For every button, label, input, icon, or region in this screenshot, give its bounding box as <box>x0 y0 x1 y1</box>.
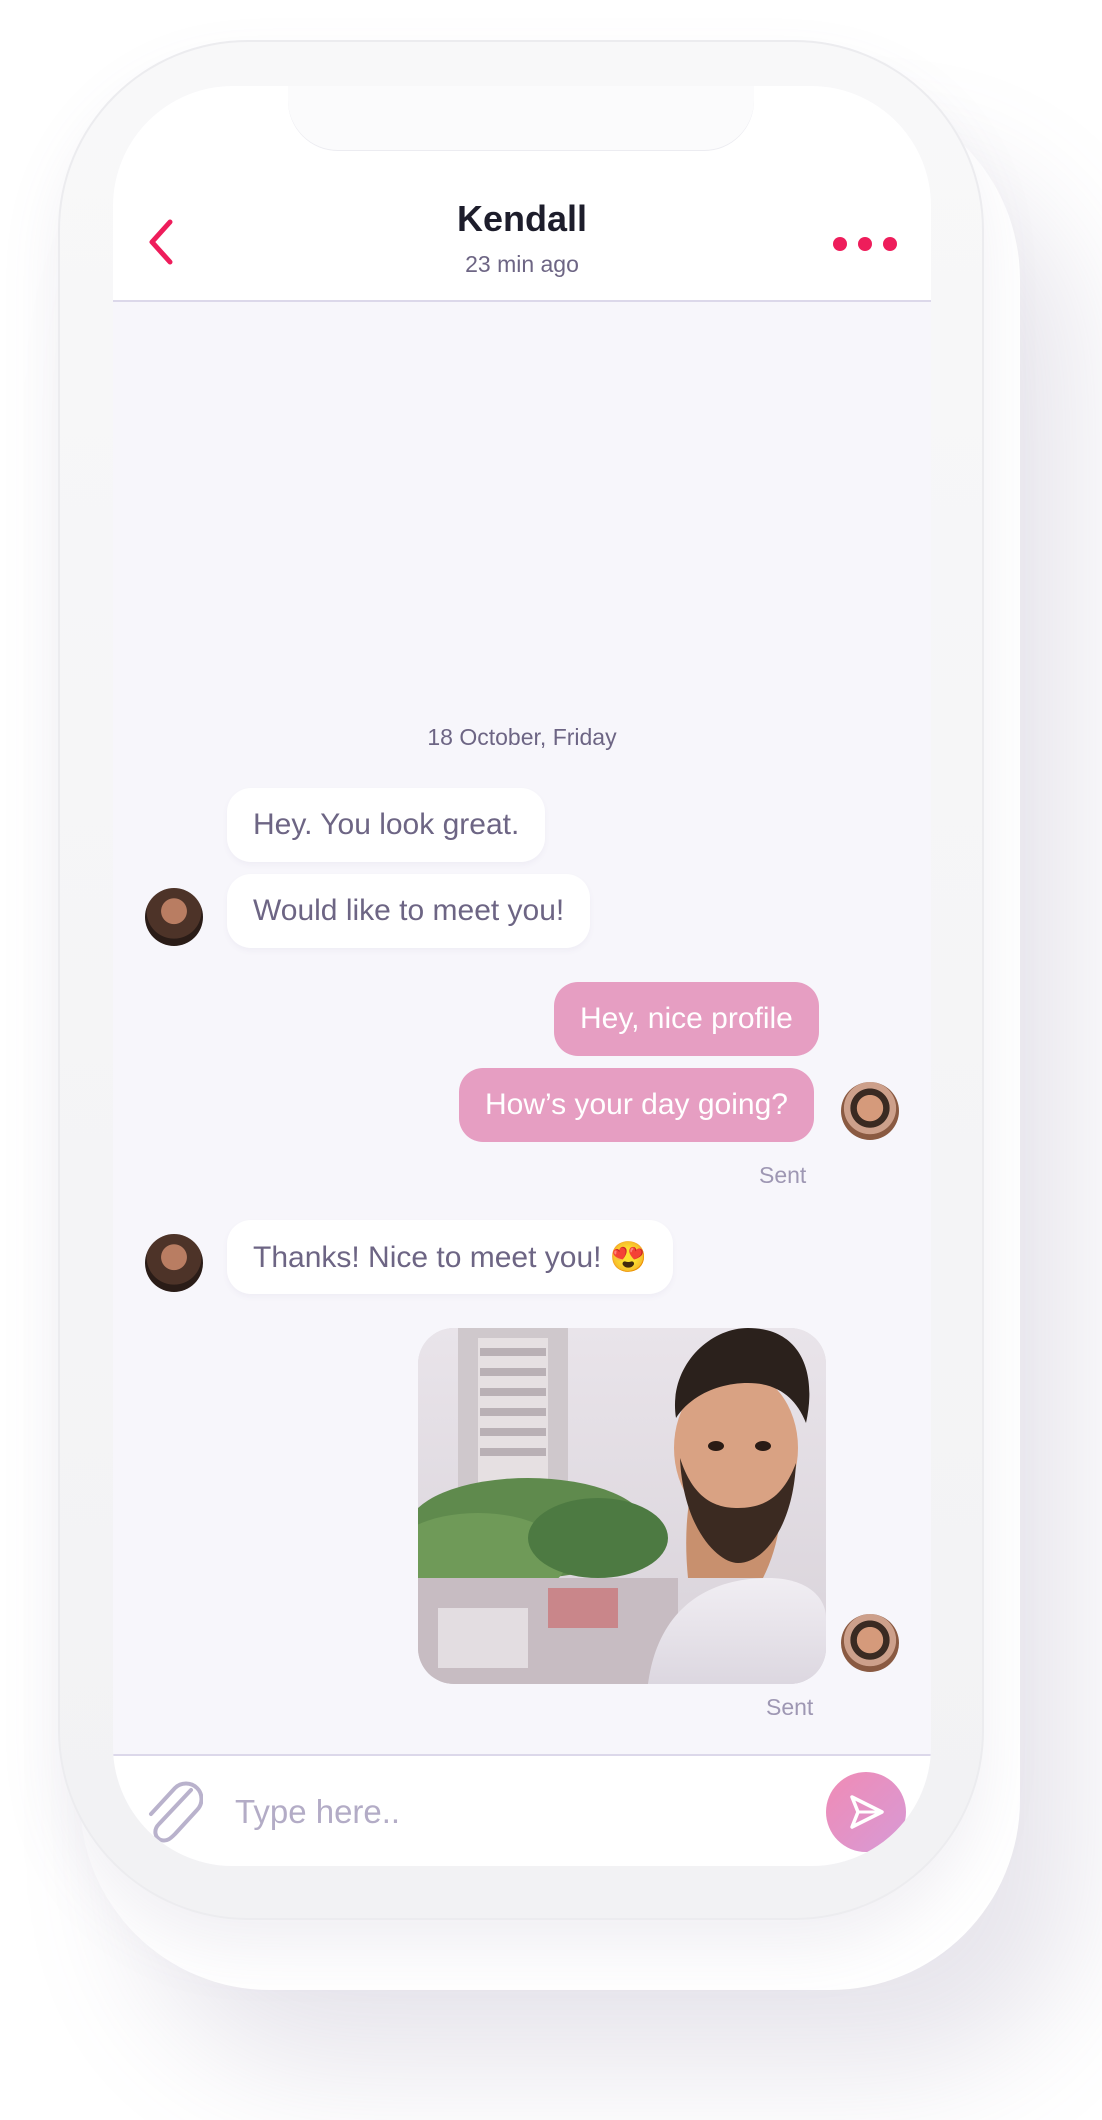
outgoing-message-bubble[interactable]: How’s your day going? <box>459 1068 814 1142</box>
paperclip-icon <box>149 1781 204 1843</box>
send-button[interactable] <box>826 1772 906 1852</box>
send-icon <box>850 1795 884 1829</box>
message-text: Would like to meet you! <box>253 894 565 927</box>
message-text: Thanks! Nice to meet you! 😍 <box>253 1240 648 1274</box>
date-separator: 18 October, Friday <box>427 724 617 750</box>
chat-screen: Kendall 23 min ago 18 October, Friday He… <box>113 86 931 1866</box>
contact-avatar[interactable] <box>145 888 203 946</box>
message-text: Hey. You look great. <box>253 808 520 841</box>
phone-notch <box>288 86 754 150</box>
message-status: Sent <box>766 1694 814 1720</box>
more-dot-icon <box>833 237 847 251</box>
message-input[interactable] <box>233 1776 777 1848</box>
message-text: How’s your day going? <box>485 1088 788 1121</box>
attach-button[interactable] <box>141 1778 204 1844</box>
incoming-message-bubble[interactable]: Thanks! Nice to meet you! 😍 <box>227 1220 674 1294</box>
message-text: Hey, nice profile <box>580 1002 793 1035</box>
message-status: Sent <box>759 1162 807 1188</box>
incoming-message-bubble[interactable]: Hey. You look great. <box>227 788 546 862</box>
photo-message[interactable] <box>418 1328 826 1684</box>
contact-name: Kendall <box>456 198 588 239</box>
photo-thumbnail-image <box>418 1328 826 1684</box>
more-dot-icon <box>858 237 872 251</box>
user-avatar[interactable] <box>841 1082 899 1140</box>
more-dot-icon <box>883 237 897 251</box>
user-avatar[interactable] <box>841 1614 899 1672</box>
last-seen-status: 23 min ago <box>465 251 579 277</box>
contact-avatar[interactable] <box>145 1234 203 1292</box>
more-options-button[interactable] <box>833 226 897 262</box>
message-composer <box>113 1754 931 1866</box>
outgoing-message-bubble[interactable]: Hey, nice profile <box>554 982 819 1056</box>
incoming-message-bubble[interactable]: Would like to meet you! <box>227 874 591 948</box>
